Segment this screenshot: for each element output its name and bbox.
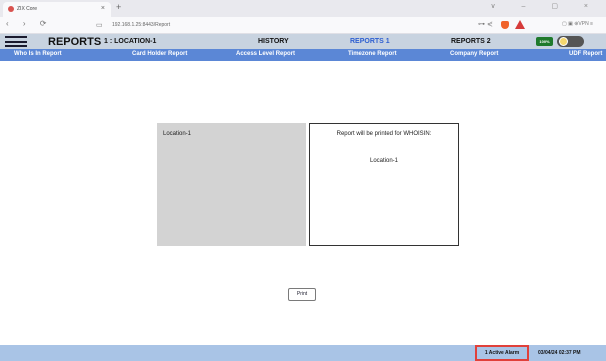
print-button[interactable]: Print <box>288 288 316 301</box>
new-tab-button[interactable]: + <box>116 2 121 12</box>
hamburger-menu-icon[interactable] <box>5 36 27 47</box>
report-heading: Report will be printed for WHOISIN: <box>336 131 432 137</box>
rewards-icon[interactable] <box>515 20 525 29</box>
location-list-panel <box>157 123 306 246</box>
battery-badge: 100% <box>536 37 553 46</box>
menu-reports-2[interactable]: REPORTS 2 <box>451 38 491 45</box>
menu-reports-1[interactable]: REPORTS 1 <box>350 38 390 45</box>
tab-company-report[interactable]: Company Report <box>450 51 498 57</box>
window-controls[interactable]: ∨ – ▢ × <box>490 2 600 10</box>
browser-tab[interactable]: ZIX Core × <box>3 2 111 17</box>
tab-who-is-in-report[interactable]: Who Is In Report <box>14 51 62 57</box>
report-preview-panel <box>309 123 459 246</box>
tab-card-holder-report[interactable]: Card Holder Report <box>132 51 187 57</box>
bookmark-icon[interactable]: ▭ <box>96 21 103 29</box>
tab-title: ZIX Core <box>17 6 38 12</box>
menu-history[interactable]: HISTORY <box>258 38 289 45</box>
nav-buttons[interactable]: ‹ › ⟳ <box>6 19 52 28</box>
active-alarm-button[interactable]: 1 Active Alarm <box>475 345 529 361</box>
location-title: 1 : LOCATION-1 <box>104 38 157 45</box>
tab-timezone-report[interactable]: Timezone Report <box>348 51 397 57</box>
page-title: REPORTS <box>48 36 102 48</box>
share-icon[interactable]: ⊶ ⋞ <box>478 20 493 28</box>
browser-tools[interactable]: ▢ ▣ ⊕VPN ≡ <box>562 21 593 27</box>
tab-close-icon[interactable]: × <box>101 5 105 12</box>
brave-shield-icon[interactable] <box>501 21 509 29</box>
tab-udf-report[interactable]: UDF Report <box>569 51 602 57</box>
report-subnav <box>0 49 606 61</box>
location-list-item[interactable]: Location-1 <box>163 131 191 137</box>
report-location: Location-1 <box>369 158 399 164</box>
favicon-icon <box>8 6 14 12</box>
tab-access-level-report[interactable]: Access Level Report <box>236 51 295 57</box>
url-field[interactable]: 192.168.1.25:8443/Report <box>112 22 170 28</box>
footer-datetime: 03/04/24 02:37 PM <box>538 350 581 356</box>
toggle-knob-icon[interactable] <box>559 37 568 46</box>
